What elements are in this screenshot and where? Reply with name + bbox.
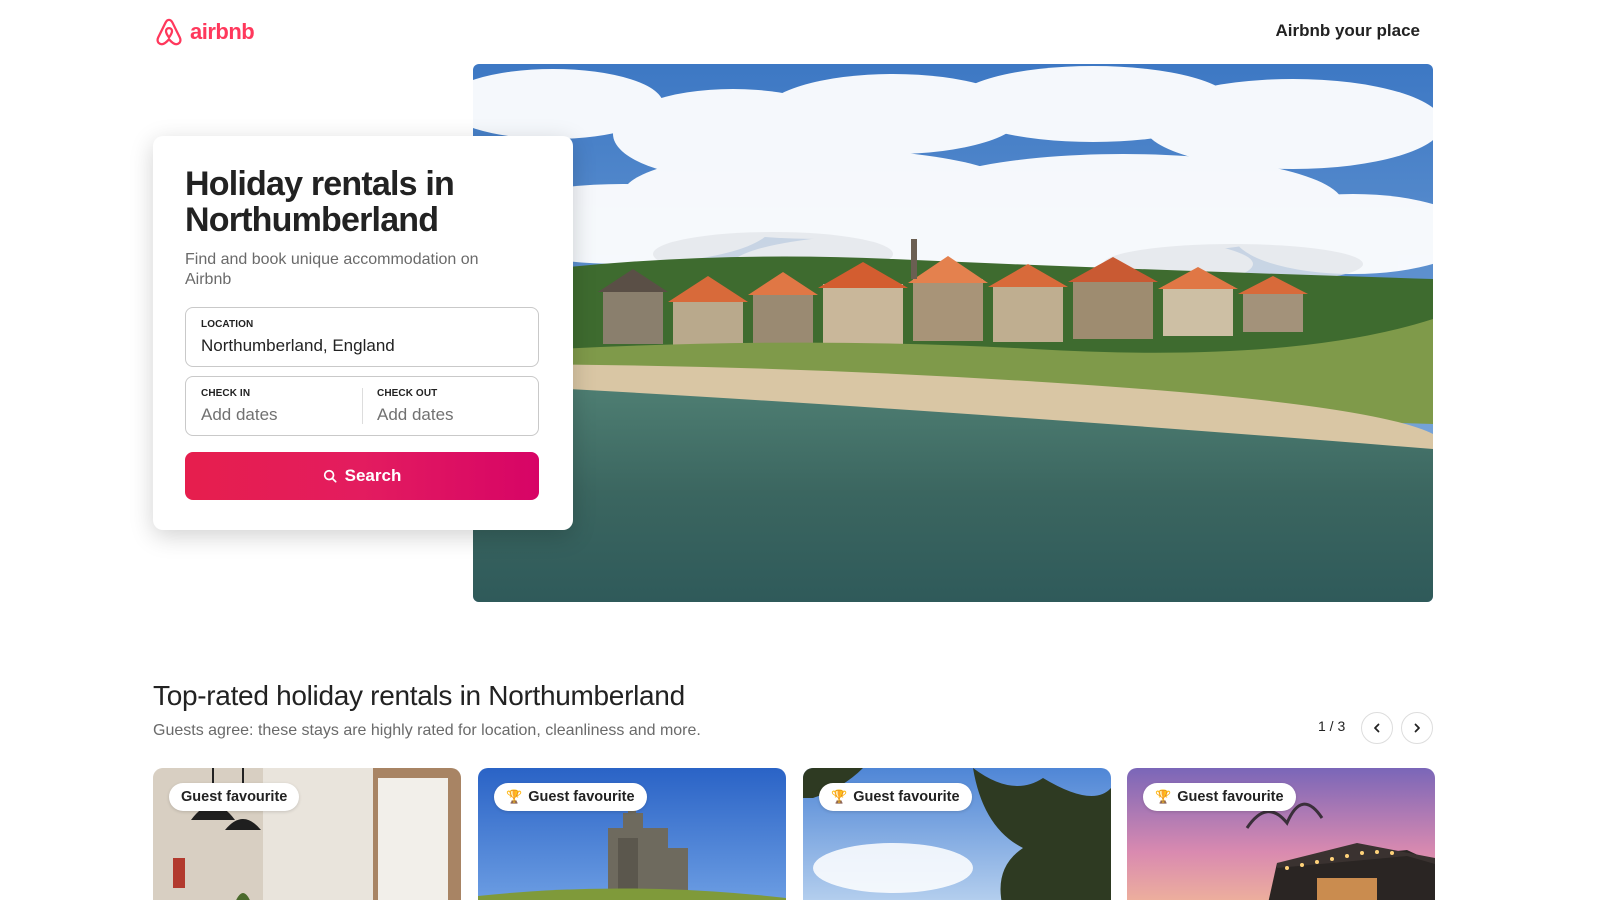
- check-in-field[interactable]: CHECK IN Add dates: [186, 377, 362, 435]
- badge-label: Guest favourite: [181, 789, 288, 805]
- search-button-label: Search: [344, 466, 402, 485]
- badge-label: Guest favourite: [1177, 789, 1284, 805]
- carousel-next-button[interactable]: [1401, 712, 1433, 744]
- chevron-left-icon: [1374, 723, 1380, 733]
- guest-favourite-badge: Guest favourite: [169, 783, 300, 811]
- chevron-right-icon: [1414, 723, 1420, 733]
- listing-card[interactable]: 🏆 Guest favourite: [803, 768, 1111, 900]
- trophy-icon: 🏆: [831, 789, 848, 804]
- location-label: LOCATION: [201, 319, 254, 330]
- hero-image: [473, 64, 1433, 602]
- logo-wordmark: airbnb: [190, 19, 255, 44]
- guest-favourite-badge: 🏆 Guest favourite: [819, 783, 972, 811]
- listing-card[interactable]: 🏆 Guest favourite: [1127, 768, 1435, 900]
- listing-card[interactable]: Guest favourite: [153, 768, 461, 900]
- guest-favourite-badge: 🏆 Guest favourite: [494, 783, 647, 811]
- check-out-label: CHECK OUT: [377, 388, 438, 399]
- listing-card[interactable]: 🏆 Guest favourite: [478, 768, 786, 900]
- section-title: Top-rated holiday rentals in Northumberl…: [153, 680, 685, 711]
- carousel-prev-button[interactable]: [1361, 712, 1393, 744]
- top-header: airbnb Airbnb your place: [0, 0, 1600, 64]
- date-fields: CHECK IN Add dates CHECK OUT Add dates: [185, 376, 539, 436]
- check-in-placeholder[interactable]: Add dates: [201, 405, 347, 425]
- check-out-field[interactable]: CHECK OUT Add dates: [362, 377, 538, 435]
- page-subtitle: Find and book unique accommodation on Ai…: [185, 251, 479, 288]
- page-title: Holiday rentals in Northumberland: [185, 165, 455, 239]
- airbnb-belo-icon: [156, 18, 182, 46]
- guest-favourite-badge: 🏆 Guest favourite: [1143, 783, 1296, 811]
- airbnb-logo[interactable]: airbnb: [154, 16, 255, 48]
- location-value[interactable]: Northumberland, England: [201, 336, 523, 356]
- trophy-icon: 🏆: [506, 789, 523, 804]
- search-card: Holiday rentals in Northumberland Find a…: [153, 136, 573, 530]
- section-subtitle: Guests agree: these stays are highly rat…: [153, 722, 701, 739]
- badge-label: Guest favourite: [528, 789, 635, 805]
- airbnb-your-place-link[interactable]: Airbnb your place: [1275, 21, 1420, 41]
- check-out-placeholder[interactable]: Add dates: [377, 405, 523, 425]
- search-icon: [323, 469, 337, 483]
- search-button[interactable]: Search: [185, 452, 539, 500]
- badge-label: Guest favourite: [853, 789, 960, 805]
- trophy-icon: 🏆: [1155, 789, 1172, 804]
- location-field[interactable]: LOCATION Northumberland, England: [185, 307, 539, 367]
- carousel-page-indicator: 1 / 3: [1318, 718, 1346, 734]
- check-in-label: CHECK IN: [201, 388, 251, 399]
